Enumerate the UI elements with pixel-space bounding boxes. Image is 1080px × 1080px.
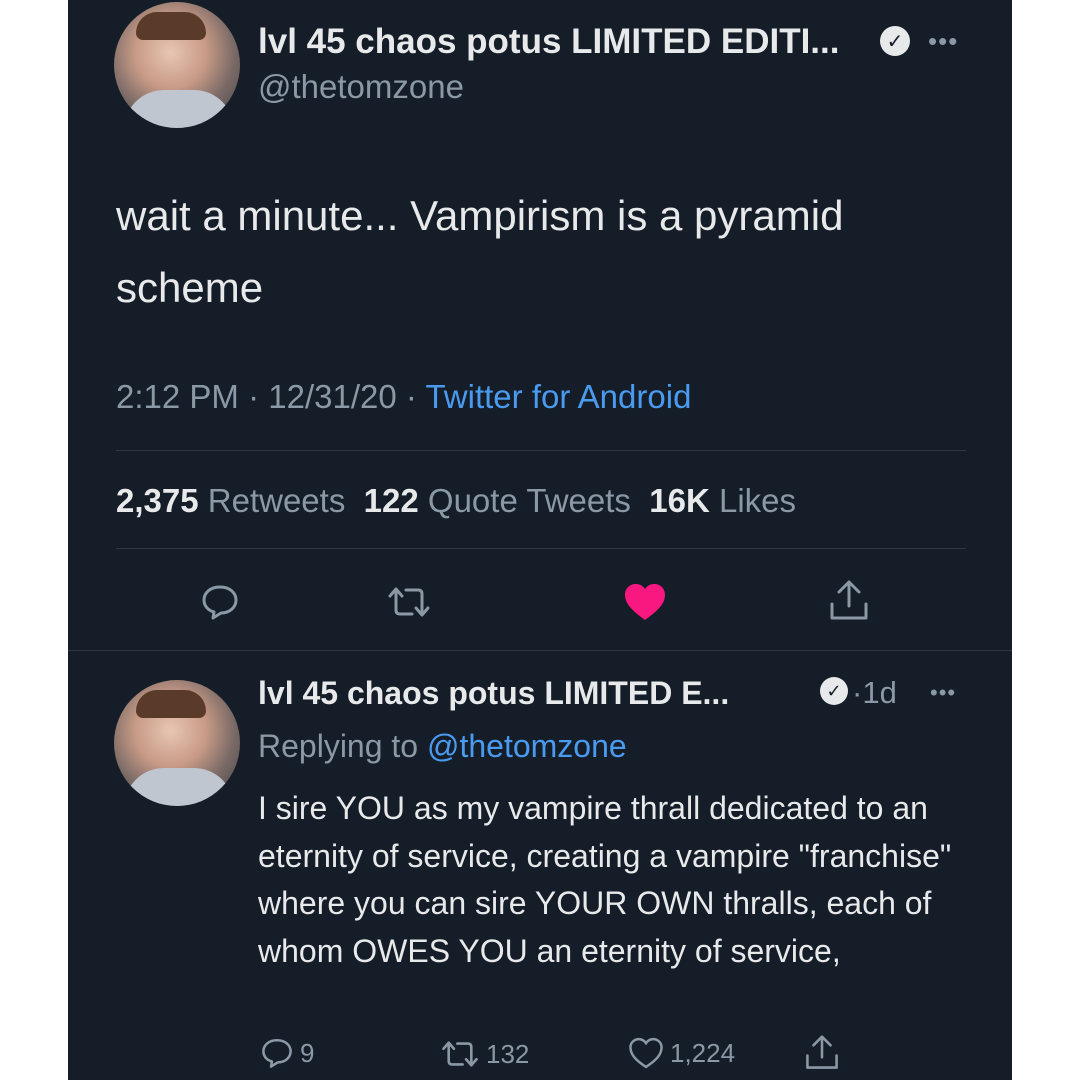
reply-icon xyxy=(202,585,238,620)
retweet-count: 132 xyxy=(486,1038,530,1069)
reply-age: ·1d xyxy=(852,675,897,710)
reply-display-name[interactable]: lvl 45 chaos potus LIMITED E... xyxy=(258,675,729,712)
replying-to-handle-link[interactable]: @thetomzone xyxy=(427,728,627,764)
reply-avatar[interactable] xyxy=(114,680,240,806)
tweet-date: 12/31/20 xyxy=(268,378,397,415)
more-options-icon[interactable]: ••• xyxy=(928,28,958,54)
avatar[interactable] xyxy=(114,2,240,128)
reply-text: I sire YOU as my vampire thrall dedicate… xyxy=(258,790,952,969)
verified-badge-icon: ✓ xyxy=(880,26,910,56)
tweet-screenshot: lvl 45 chaos potus LIMITED EDITI... ✓ ••… xyxy=(68,0,1012,1080)
handle[interactable]: @thetomzone xyxy=(258,68,464,106)
reply-reply-button[interactable]: 9 xyxy=(260,1036,314,1070)
likes-stat[interactable]: 16K Likes xyxy=(649,482,796,519)
tweet-source-link[interactable]: Twitter for Android xyxy=(425,378,691,415)
like-heart-icon xyxy=(629,1037,663,1069)
share-icon xyxy=(806,1035,838,1069)
like-heart-icon xyxy=(625,584,665,620)
reply-button[interactable] xyxy=(200,582,240,622)
divider xyxy=(116,450,966,451)
replying-to: Replying to @thetomzone xyxy=(258,728,627,764)
divider xyxy=(116,548,966,549)
more-options-icon[interactable]: ••• xyxy=(930,682,956,704)
share-icon xyxy=(830,580,868,620)
reply-icon xyxy=(262,1038,292,1068)
retweet-button[interactable] xyxy=(386,584,432,620)
like-button[interactable] xyxy=(623,582,667,622)
tweet-stats: 2,375 Retweets 122 Quote Tweets 16K Like… xyxy=(116,482,796,520)
tweet-time: 2:12 PM xyxy=(116,378,239,415)
retweets-stat[interactable]: 2,375 Retweets xyxy=(116,482,345,519)
tweet-meta: 2:12 PM · 12/31/20 · Twitter for Android xyxy=(116,378,691,416)
divider xyxy=(68,650,1012,651)
tweet-text: wait a minute... Vampirism is a pyramid … xyxy=(116,192,844,311)
verified-badge-icon: ✓ xyxy=(820,677,848,705)
retweet-icon xyxy=(442,1041,478,1067)
reply-share-button[interactable] xyxy=(804,1033,840,1073)
like-count: 1,224 xyxy=(670,1037,736,1068)
quote-tweets-stat[interactable]: 122 Quote Tweets xyxy=(364,482,631,519)
retweet-icon xyxy=(388,587,430,617)
reply-retweet-button[interactable]: 132 xyxy=(440,1038,529,1070)
reply-count: 9 xyxy=(300,1037,315,1068)
reply-like-button[interactable]: 1,224 xyxy=(628,1036,735,1070)
display-name[interactable]: lvl 45 chaos potus LIMITED EDITI... xyxy=(258,22,839,62)
share-button[interactable] xyxy=(828,578,870,624)
separator: · xyxy=(248,378,260,415)
separator: · xyxy=(405,378,417,415)
